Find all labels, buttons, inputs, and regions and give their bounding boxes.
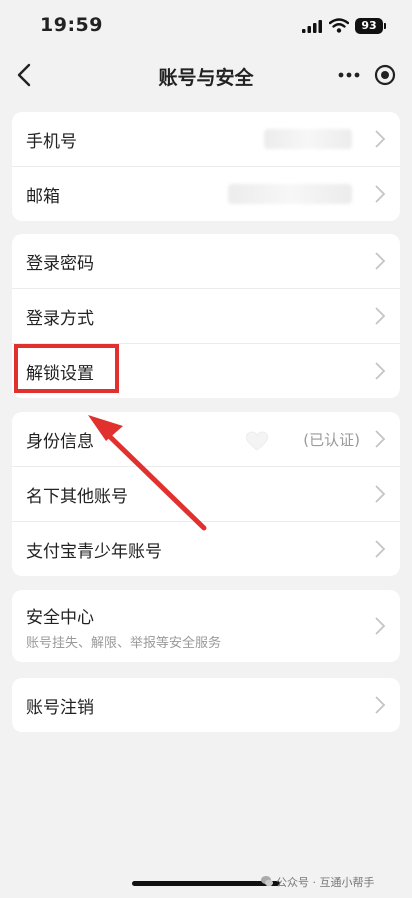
chevron-right-icon [375,130,386,148]
chevron-right-icon [375,430,386,448]
account-cancellation-row[interactable]: 账号注销 [12,678,400,732]
chevron-right-icon [375,485,386,503]
watermark-text: 公众号 · 互通小帮手 [276,876,375,889]
security-center-group: 安全中心 账号挂失、解限、举报等安全服务 [12,590,400,662]
account-contact-group: 手机号 邮箱 [12,112,400,221]
close-miniprogram-icon[interactable] [372,62,398,88]
more-options-icon[interactable] [336,62,362,88]
battery-tip [384,23,386,29]
login-password-row[interactable]: 登录密码 [12,234,400,289]
chevron-right-icon [375,362,386,380]
redacted-value [228,184,352,204]
row-label: 手机号 [26,132,77,152]
row-label: 登录方式 [26,309,94,329]
row-label: 邮箱 [26,187,60,207]
row-label: 账号注销 [26,698,94,718]
account-cancel-group: 账号注销 [12,678,400,732]
chevron-right-icon [375,252,386,270]
email-row[interactable]: 邮箱 [12,167,400,221]
row-label: 登录密码 [26,254,94,274]
status-bar: 19:59 93 [0,0,412,52]
teen-account-row[interactable]: 支付宝青少年账号 [12,522,400,576]
row-label: 安全中心 [26,608,94,628]
verified-status: (已认证) [303,431,360,449]
status-time: 19:59 [40,14,103,36]
cellular-signal-icon [302,20,322,33]
row-label: 支付宝青少年账号 [26,542,162,562]
chevron-right-icon [375,617,386,635]
row-label: 身份信息 [26,432,94,452]
chevron-right-icon [375,696,386,714]
home-indicator [132,881,280,886]
security-center-row[interactable]: 安全中心 账号挂失、解限、举报等安全服务 [12,590,400,662]
chevron-right-icon [375,307,386,325]
redacted-value [264,129,352,149]
row-label: 名下其他账号 [26,487,128,507]
phone-number-row[interactable]: 手机号 [12,112,400,167]
identity-info-row[interactable]: 身份信息 (已认证) [12,412,400,467]
navigation-bar: 账号与安全 [0,52,412,98]
chevron-right-icon [375,540,386,558]
highlight-box [14,344,119,393]
heart-icon [245,431,269,451]
chevron-right-icon [375,185,386,203]
wifi-icon [329,18,349,33]
battery-icon: 93 [355,18,383,34]
identity-group: 身份信息 (已认证) 名下其他账号 支付宝青少年账号 [12,412,400,576]
other-accounts-row[interactable]: 名下其他账号 [12,467,400,522]
row-subtitle: 账号挂失、解限、举报等安全服务 [26,636,222,651]
login-method-row[interactable]: 登录方式 [12,289,400,344]
wechat-icon [261,876,273,887]
